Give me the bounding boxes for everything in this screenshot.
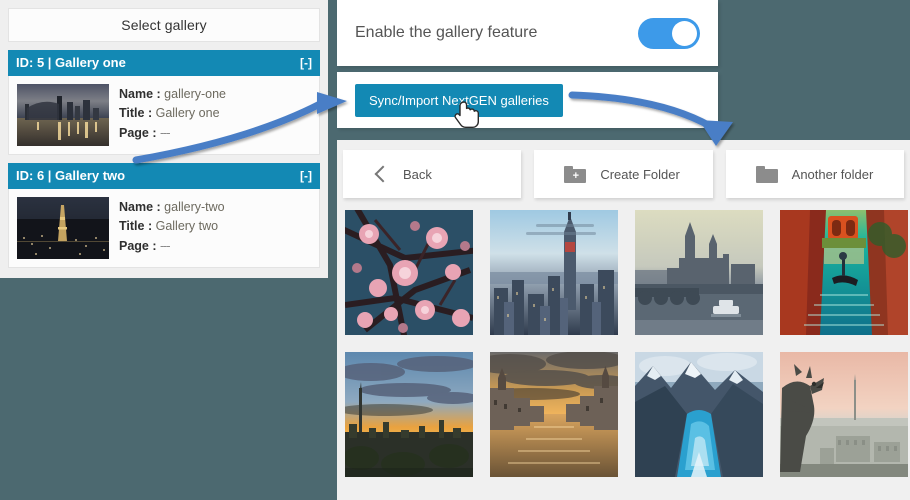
enable-gallery-label: Enable the gallery feature [355,24,538,41]
meta-value: --- [160,125,170,140]
meta-value: --- [160,238,170,253]
collapse-toggle[interactable]: [-] [300,50,312,76]
sync-import-button[interactable]: Sync/Import NextGEN galleries [355,83,563,117]
folder-icon [755,165,778,183]
meta-key: Name : [119,87,161,101]
grid-image-venice-canal[interactable] [780,210,908,335]
gallery-meta: Name : gallery-one Title : Gallery one P… [119,84,226,146]
meta-value: Gallery one [155,106,220,121]
gallery-meta: Name : gallery-two Title : Gallery two P… [119,197,225,259]
grid-image-new-york-skyline[interactable] [490,210,618,335]
another-folder-label: Another folder [791,166,874,182]
image-grid [343,210,908,477]
enable-gallery-card: Enable the gallery feature [337,0,718,66]
meta-value: Gallery two [155,219,219,234]
grid-image-mountain-lake[interactable] [635,352,763,477]
media-browser-panel: Back + Create Folder Another folder [337,140,910,500]
gallery-card-body: Name : gallery-one Title : Gallery one P… [8,76,320,155]
grid-image-city-sunset-park[interactable] [345,352,473,477]
meta-key: Title : [119,106,153,121]
toggle-knob [672,20,697,46]
meta-key: Name : [119,200,161,214]
gallery-thumbnail [17,197,109,259]
create-folder-label: Create Folder [600,166,680,182]
gallery-card-body: Name : gallery-two Title : Gallery two P… [8,189,320,268]
folder-toolbar: Back + Create Folder Another folder [343,150,904,198]
gallery-select-panel: Select gallery ID: 5 | Gallery one [-] N… [0,0,328,278]
gallery-card[interactable]: ID: 6 | Gallery two [-] Name: gallery-t… [8,163,320,268]
back-button[interactable]: Back [343,150,522,198]
back-button-label: Back [403,166,432,182]
create-folder-button[interactable]: + Create Folder [534,150,713,198]
select-gallery-title: Select gallery [8,8,320,42]
gallery-card-header[interactable]: ID: 5 | Gallery one [-] [8,50,320,76]
gallery-thumbnail [17,84,109,146]
grid-image-paris-gargoyle[interactable] [780,352,908,477]
gallery-card-header[interactable]: ID: 6 | Gallery two [-] [8,163,320,189]
meta-key: Page : [119,125,157,140]
gallery-card[interactable]: ID: 5 | Gallery one [-] Name: gallery-o… [8,50,320,155]
meta-value: gallery-one [164,87,227,101]
grid-image-cherry-blossom[interactable] [345,210,473,335]
sync-import-card: Sync/Import NextGEN galleries [337,72,718,128]
collapse-toggle[interactable]: [-] [300,163,312,189]
gallery-card-title: ID: 5 | Gallery one [16,55,126,70]
enable-gallery-toggle[interactable] [638,17,700,49]
gallery-card-title: ID: 6 | Gallery two [16,168,126,183]
folder-plus-icon: + [564,165,587,183]
chevron-left-icon [374,165,392,183]
another-folder-button[interactable]: Another folder [725,150,904,198]
grid-image-london-parliament[interactable] [635,210,763,335]
meta-key: Title : [119,219,153,234]
meta-key: Page : [119,238,157,253]
grid-image-canal-sunset[interactable] [490,352,618,477]
meta-value: gallery-two [164,200,225,214]
